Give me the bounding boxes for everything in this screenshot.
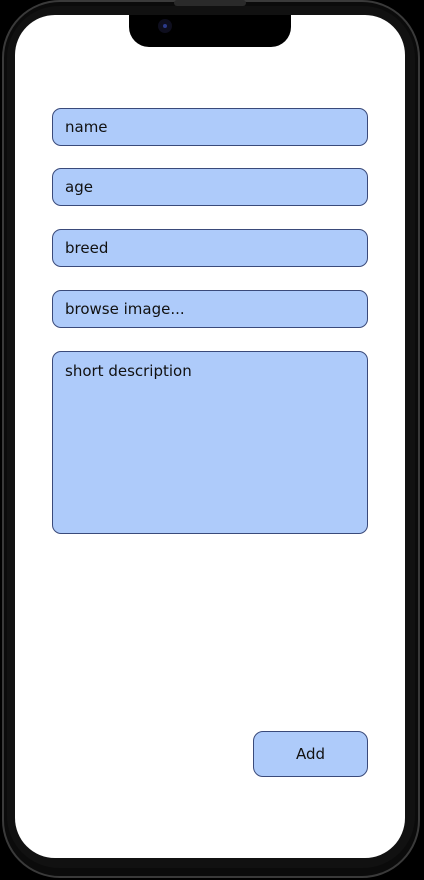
age-input[interactable] — [52, 168, 368, 206]
short-description-input[interactable] — [52, 351, 368, 534]
browse-image-label: browse image... — [65, 300, 185, 318]
breed-input[interactable] — [52, 229, 368, 267]
phone-screen: browse image... Add — [15, 15, 405, 858]
speaker-grille — [174, 0, 246, 6]
name-input[interactable] — [52, 108, 368, 146]
add-button[interactable]: Add — [253, 731, 368, 777]
phone-device: browse image... Add — [0, 0, 424, 880]
browse-image-button[interactable]: browse image... — [52, 290, 368, 328]
add-button-label: Add — [295, 745, 326, 763]
camera-icon — [158, 19, 172, 33]
notch — [129, 15, 291, 47]
